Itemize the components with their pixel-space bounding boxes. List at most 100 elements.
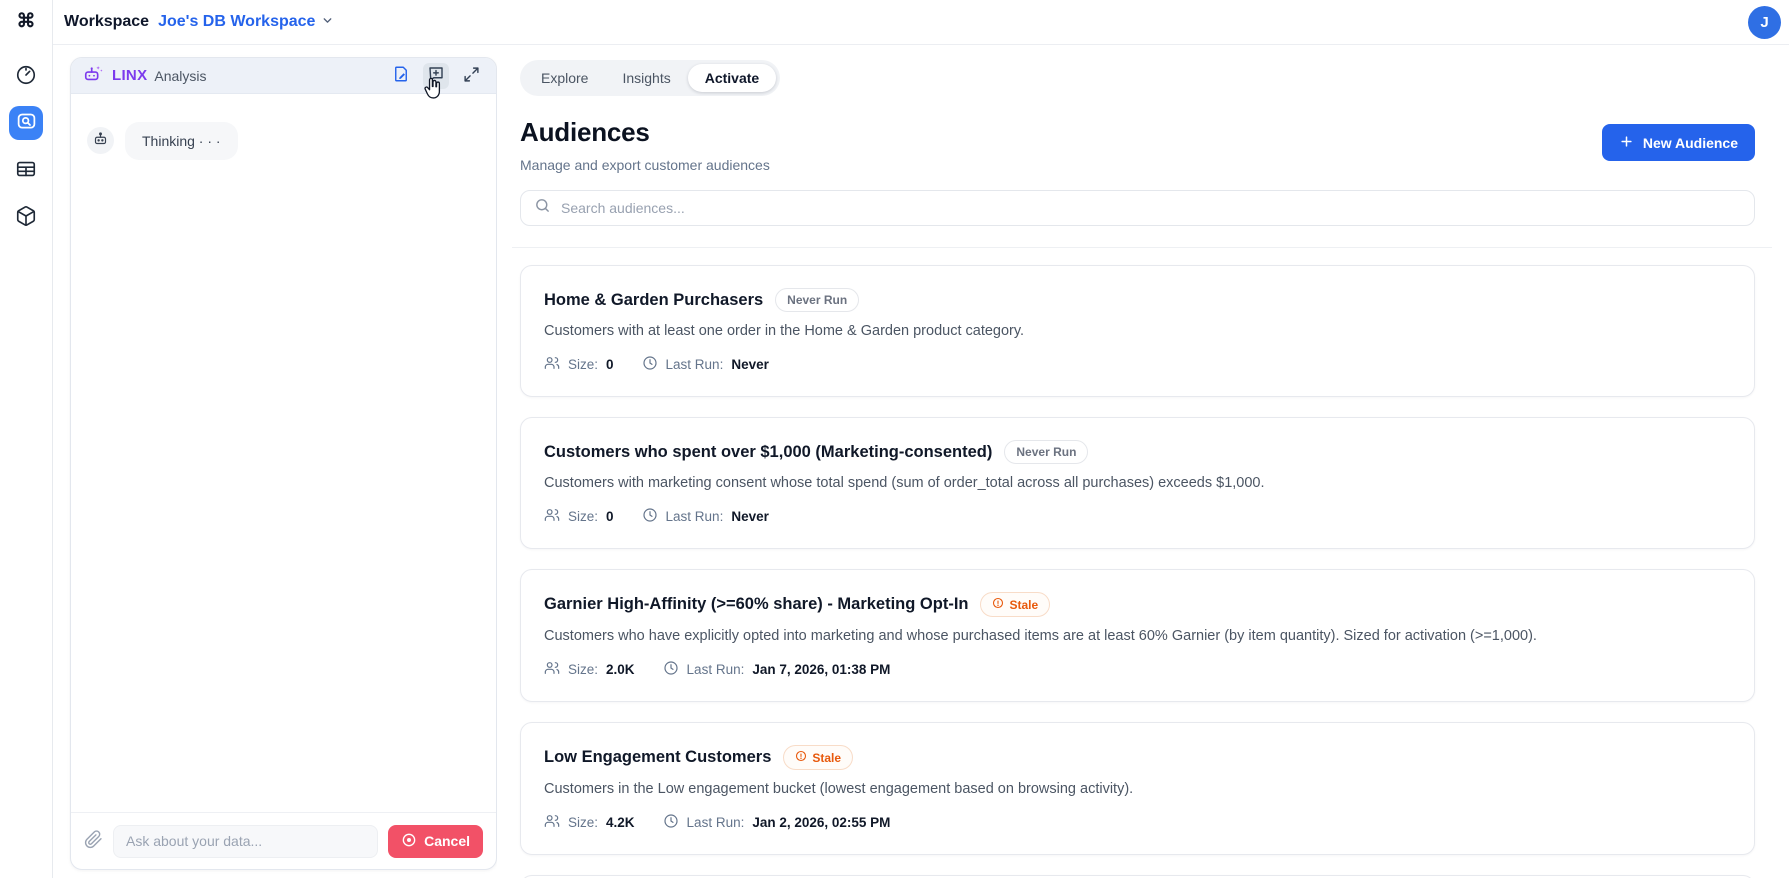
audience-description: Customers with at least one order in the… [544,323,1025,339]
bot-avatar [87,127,114,154]
sidebar-item-models[interactable] [9,200,43,234]
chat-messages: Thinking · · · [71,94,496,812]
file-pen-icon [392,65,410,86]
alert-circle-icon [992,597,1004,612]
audience-description: Customers who have explicitly opted into… [544,628,1537,644]
icon-rail: ⌘ [0,0,53,878]
chat-input-bar: Cancel [71,812,496,869]
new-audience-label: New Audience [1642,134,1738,151]
tab-insights[interactable]: Insights [605,64,687,92]
size-value: 2.0K [606,662,635,677]
last-run-value: Never [731,509,769,524]
command-icon[interactable]: ⌘ [17,9,36,35]
cancel-label: Cancel [424,833,470,849]
page-header-text: Audiences Manage and export customer aud… [520,117,770,173]
status-badge: Never Run [775,288,860,312]
search-icon [534,197,551,219]
linx-panel-actions [388,62,484,99]
linx-logo-icon [83,62,105,89]
badge-label: Never Run [1016,445,1077,459]
workspace-switcher[interactable]: Joe's DB Workspace [158,12,334,32]
audience-title: Home & Garden Purchasers [544,290,764,309]
chat-search-icon [16,111,37,135]
rail-nav [9,59,43,234]
assistant-message: Thinking · · · [87,122,480,160]
last-run-meta: Last Run: Never [642,507,769,526]
users-icon [544,660,560,679]
audience-list: Home & Garden Purchasers Never Run Custo… [512,247,1772,878]
page-subtitle: Manage and export customer audiences [520,157,770,173]
audience-description: Customers with marketing consent whose t… [544,475,1265,491]
new-chat-button[interactable] [423,62,449,89]
avatar[interactable]: J [1748,5,1781,39]
last-run-label: Last Run: [686,815,745,830]
expand-panel-button[interactable] [458,63,484,89]
last-run-label: Last Run: [686,662,745,677]
table-icon [15,158,37,183]
size-label: Size: [568,815,599,830]
audience-meta: Size: 0 Last Run: Never [544,355,1731,374]
size-meta: Size: 0 [544,507,614,526]
clock-icon [642,507,658,526]
size-value: 0 [606,357,614,372]
audience-title: Low Engagement Customers [544,748,772,766]
badge-label: Never Run [787,293,848,307]
status-badge: Stale [980,592,1051,617]
cancel-button[interactable]: Cancel [388,824,483,858]
tab-explore[interactable]: Explore [524,64,605,92]
plus-icon [1619,134,1634,152]
size-meta: Size: 4.2K [544,813,635,832]
last-run-meta: Last Run: Jan 7, 2026, 01:38 PM [663,660,890,679]
ask-data-input[interactable] [113,824,379,858]
sidebar-item-tables[interactable] [9,153,43,187]
size-label: Size: [568,357,599,372]
last-run-label: Last Run: [665,509,724,524]
expand-icon [463,66,480,86]
clock-icon [663,813,679,832]
audience-title: Garnier High-Affinity (>=60% share) - Ma… [544,595,969,613]
linx-brand: LINX [112,67,148,84]
audience-meta: Size: 4.2K Last Run: Jan 2, 2026, 02:55 … [544,813,1731,832]
linx-panel-header: LINX Analysis [71,58,496,99]
users-icon [544,813,560,832]
size-meta: Size: 0 [544,355,614,374]
page-title: Audiences [520,117,650,147]
edit-document-button[interactable] [388,63,414,89]
sidebar-item-dashboard[interactable] [9,59,43,93]
audience-card[interactable]: Home & Garden Purchasers Never Run Custo… [520,265,1755,397]
size-label: Size: [568,662,599,677]
audience-title: Customers who spent over $1,000 (Marketi… [544,442,993,461]
clock-icon [663,660,679,679]
audience-card[interactable]: Garnier High-Affinity (>=60% share) - Ma… [520,569,1755,702]
attach-button[interactable] [84,830,103,852]
users-icon [544,507,560,526]
size-label: Size: [568,509,599,524]
linx-panel-title: Analysis [154,67,207,84]
last-run-value: Never [731,357,769,372]
page-header: Audiences Manage and export customer aud… [520,117,1755,173]
app-root: ⌘ Workspace Joe's DB Workspace J LINX An… [0,0,1789,878]
status-badge: Stale [783,745,854,770]
badge-label: Stale [812,750,842,765]
sidebar-item-explore-chat[interactable] [9,106,43,140]
search-input[interactable] [561,200,1741,216]
tab-bar: Explore Insights Activate [520,60,781,96]
message-plus-icon [427,65,445,86]
tab-activate[interactable]: Activate [687,64,777,92]
audience-card[interactable]: Customers who spent over $1,000 (Marketi… [520,417,1755,549]
audience-meta: Size: 0 Last Run: Never [544,507,1731,526]
audience-card[interactable]: Low Engagement Customers Stale Customers… [520,722,1755,855]
new-audience-button[interactable]: New Audience [1601,124,1755,161]
gauge-icon [15,64,37,89]
users-icon [544,355,560,374]
thinking-bubble: Thinking · · · [125,122,238,160]
clock-icon [642,355,658,374]
size-value: 4.2K [606,815,635,830]
last-run-label: Last Run: [665,357,724,372]
last-run-meta: Last Run: Jan 2, 2026, 02:55 PM [663,813,890,832]
main-content: Explore Insights Activate Audiences Mana… [497,57,1789,878]
linx-analysis-panel: LINX Analysis Thinking · · · Ask about y… [70,57,497,870]
audience-search [520,190,1755,226]
alert-circle-icon [795,750,807,765]
chevron-down-icon [321,12,334,32]
